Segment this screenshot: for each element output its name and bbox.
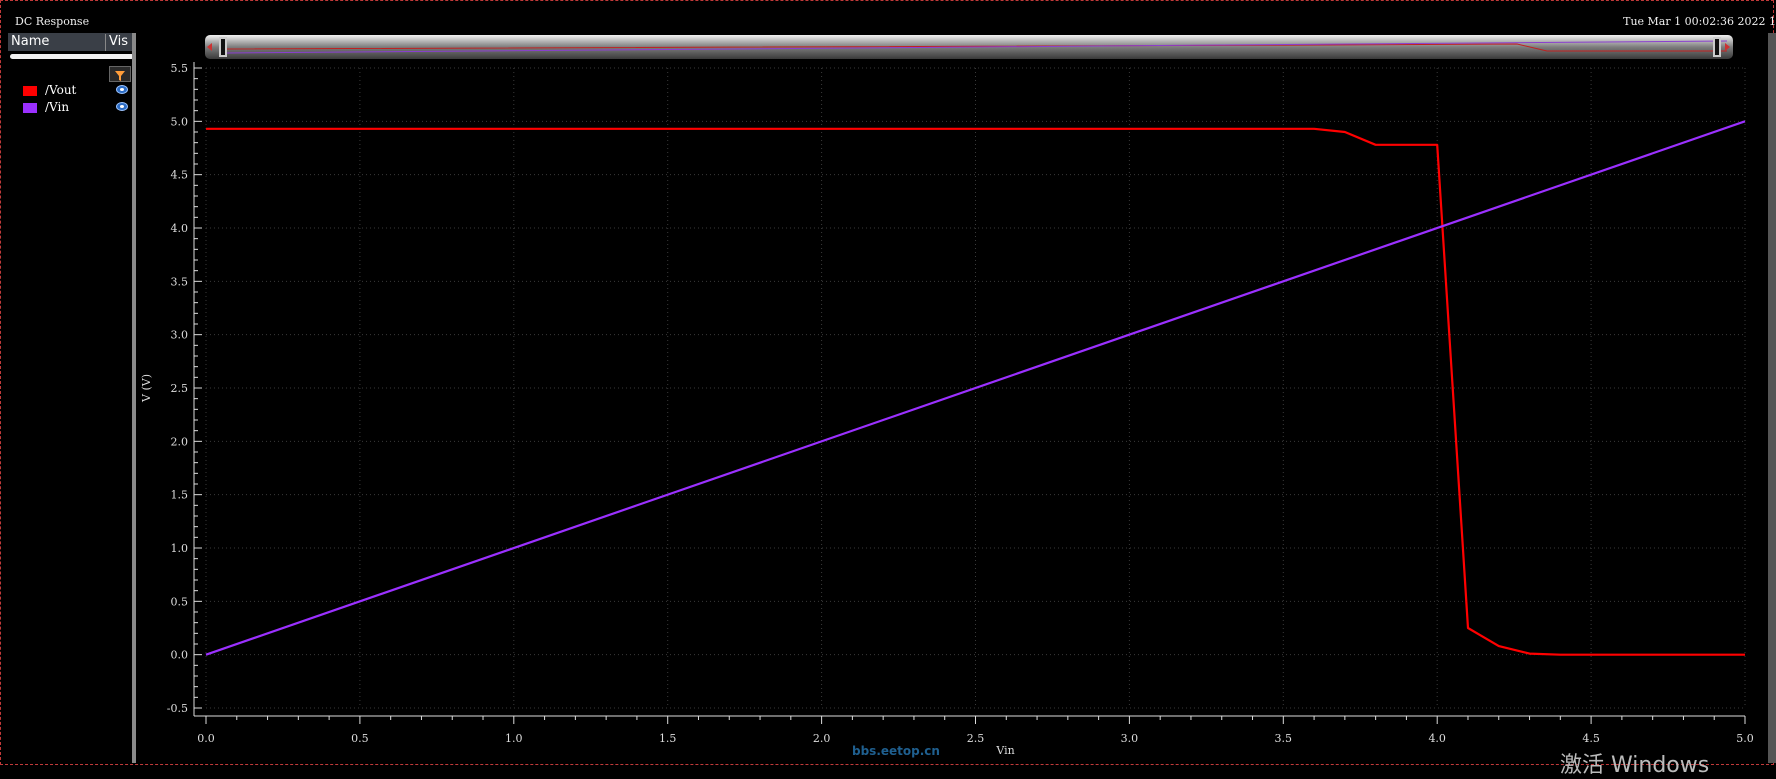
y-tick-label: 3.0 [171,329,189,342]
y-tick-label: 2.0 [171,435,189,448]
x-tick-label: 3.0 [1121,732,1139,745]
y-tick-label: 4.5 [171,169,189,182]
x-tick-label: 0.5 [351,732,369,745]
vertical-scrollbar[interactable] [1768,33,1776,763]
y-axis-label: V (V) [140,374,153,403]
x-tick-label: 3.5 [1275,732,1293,745]
x-tick-label: 2.5 [967,732,985,745]
y-tick-label: 3.5 [171,275,189,288]
y-tick-label: 1.5 [171,489,189,502]
y-tick-label: 5.0 [171,115,189,128]
y-tick-label: 4.0 [171,222,189,235]
x-tick-label: 4.0 [1428,732,1446,745]
x-tick-label: 2.0 [813,732,831,745]
x-tick-label: 4.5 [1582,732,1600,745]
watermark: bbs.eetop.cn [852,744,940,758]
x-tick-label: 0.0 [197,732,215,745]
x-tick-label: 5.0 [1736,732,1754,745]
x-axis-label: Vin [995,744,1014,757]
activate-windows-notice: 激活 Windows [1560,753,1710,778]
dc-response-chart: 0.0 0.5 1.0 1.5 2.0 2.5 3.0 3.5 4.0 4.5 5.0 -0.5 0.0… [140,62,1754,757]
x-tick-label: 1.5 [659,732,677,745]
y-tick-label: 0.5 [171,595,189,608]
y-tick-label: 0.0 [171,649,189,662]
y-tick-label: 2.5 [171,382,189,395]
y-tick-label: 1.0 [171,542,189,555]
y-tick-label: 5.5 [171,62,189,75]
y-tick-label: -0.5 [167,702,188,715]
x-tick-label: 1.0 [505,732,523,745]
